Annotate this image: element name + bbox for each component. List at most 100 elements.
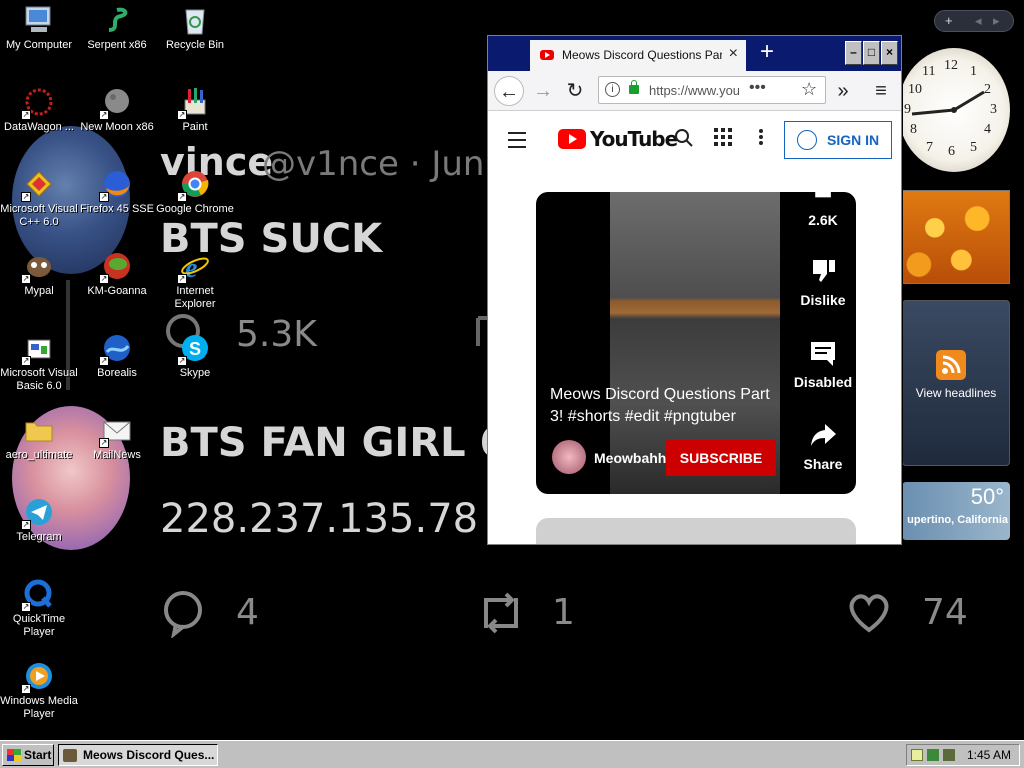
overflow-button[interactable]: » [828,76,858,106]
view-headlines-label[interactable]: View headlines [902,386,1010,400]
desktop-icon-media-player[interactable]: ↗ Windows Media Player [0,660,78,721]
my-computer-icon [23,4,55,36]
address-bar[interactable]: i https://www.you ••• ☆ [598,76,826,104]
browser-tab[interactable]: Meows Discord Questions Part 3! # × [530,40,746,71]
desktop-icon-chrome[interactable]: ↗ Google Chrome [156,168,234,216]
menu-button[interactable]: ≡ [866,76,896,106]
taskbar: Start Meows Discord Ques... 1:45 AM [0,740,1024,768]
like-button[interactable]: ▀ 2.6K [790,192,856,228]
desktop-icon-visual-cpp[interactable]: ↗ Microsoft Visual C++ 6.0 [0,168,78,229]
weather-temperature: 50° [970,484,1004,509]
desktop-icon-paint[interactable]: ↗ Paint [156,86,234,134]
desktop-icon-quicktime[interactable]: ↗ QuickTime Player [0,578,78,639]
sign-in-button[interactable]: SIGN IN [784,121,892,159]
clock-gadget[interactable]: 12 1 2 3 4 5 6 7 8 9 10 11 [898,48,1010,172]
video-title[interactable]: Meows Discord Questions Part 3! #shorts … [550,384,780,428]
back-button[interactable]: ← [494,76,524,106]
taskbar-window-button[interactable]: Meows Discord Ques... [58,744,218,766]
search-icon[interactable] [674,128,694,153]
tray-network-icon[interactable] [927,749,939,761]
dislike-button[interactable]: Dislike [790,258,856,308]
desktop-icon-my-computer[interactable]: My Computer [0,4,78,52]
tweet-author-handle: @v1nce · Jun [262,144,485,184]
gadget-toolbar: + ◂ ▸ [934,10,1014,32]
visual-basic-icon: ↗ [21,332,55,366]
tab-close-icon[interactable]: × [729,45,738,63]
feed-headlines-gadget[interactable] [902,300,1010,466]
apps-grid-icon[interactable] [714,128,732,151]
mypal-icon: ↗ [21,250,55,284]
maximize-button[interactable]: □ [863,41,880,65]
tray-volume-icon[interactable] [943,749,955,761]
rss-icon [936,350,966,380]
channel-avatar[interactable] [552,440,586,474]
channel-name[interactable]: Meowbahh [594,450,666,466]
reply-text: 228.237.135.78 [160,496,479,542]
desktop-icon-skype[interactable]: S ↗ Skype [156,332,234,380]
tweet-count: 5.3K [236,314,317,355]
browser-navbar: ← → ↻ i https://www.you ••• ☆ » ≡ [488,71,901,111]
thumbs-up-icon: ▀ [815,192,831,209]
media-player-icon: ↗ [21,660,55,694]
tray-note-icon[interactable] [911,749,923,761]
comments-button[interactable]: Disabled [790,340,856,390]
minimize-button[interactable]: – [845,41,862,65]
tab-title: Meows Discord Questions Part 3! # [562,48,722,62]
desktop-icon-aero-ultimate[interactable]: aero_ultimate [0,414,78,462]
next-short-card[interactable] [536,518,856,544]
slideshow-gadget[interactable] [902,190,1010,284]
browser-window[interactable]: Meows Discord Questions Part 3! # × + – … [487,35,902,545]
datawagon-icon: ↗ [21,86,55,120]
desktop-icon-firefox[interactable]: ↗ Firefox 45 SSE [78,168,156,216]
start-button[interactable]: Start [2,744,54,766]
url-text[interactable]: https://www.you [649,83,739,98]
site-info-icon[interactable]: i [605,82,620,97]
internet-explorer-icon: e ↗ [177,250,211,284]
desktop-icon-serpent[interactable]: Serpent x86 [78,4,156,52]
desktop-icon-visual-basic[interactable]: ↗ Microsoft Visual Basic 6.0 [0,332,78,393]
desktop-icon-km-goanna[interactable]: ↗ KM-Goanna [78,250,156,298]
desktop-icon-borealis[interactable]: ↗ Borealis [78,332,156,380]
hamburger-menu-icon[interactable] [508,132,526,153]
reload-button[interactable]: ↻ [560,76,590,106]
more-options-icon[interactable] [758,128,764,151]
bookmark-star-icon[interactable]: ☆ [801,79,817,100]
reply-count: 4 [236,592,259,633]
short-video-card[interactable]: ▀ 2.6K Dislike Disabled Share Meows Disc… [536,192,856,494]
desktop-icon-mypal[interactable]: ↗ Mypal [0,250,78,298]
youtube-logo-icon[interactable] [558,129,586,149]
prev-gadget-icon[interactable]: ◂ [975,13,982,29]
page-actions-button[interactable]: ••• [749,79,766,97]
close-window-button[interactable]: × [881,41,898,65]
share-button[interactable]: Share [790,422,856,472]
skype-icon: S ↗ [177,332,211,366]
desktop-icon-mailnews[interactable]: ↗ MailNews [78,414,156,462]
youtube-logo-text[interactable]: YouTube [590,127,678,151]
new-tab-button[interactable]: + [760,38,774,66]
taskbar-clock[interactable]: 1:45 AM [967,748,1011,762]
desktop-icon-telegram[interactable]: ↗ Telegram [0,496,78,544]
retweet-icon-2 [484,592,518,634]
browser-titlebar[interactable]: Meows Discord Questions Part 3! # × + – … [488,36,901,71]
folder-icon [23,414,55,446]
dislike-label: Dislike [800,292,846,308]
desktop-icon-internet-explorer[interactable]: e ↗ Internet Explorer [156,250,234,311]
lock-icon [629,80,639,94]
desktop-icon-datawagon[interactable]: ↗ DataWagon ... [0,86,78,134]
next-gadget-icon[interactable]: ▸ [993,13,1000,29]
weather-gadget[interactable]: 50° upertino, California [902,482,1010,540]
serpent-icon [101,4,133,36]
share-label: Share [803,456,843,472]
desktop-icon-recycle-bin[interactable]: Recycle Bin [156,4,234,52]
subscribe-button[interactable]: SUBSCRIBE [666,440,776,476]
svg-text:S: S [189,339,201,359]
desktop-icon-new-moon[interactable]: ↗ New Moon x86 [78,86,156,134]
system-tray: 1:45 AM [906,744,1020,766]
like-count-label: 2.6K [808,212,838,228]
share-arrow-icon [790,422,856,454]
paint-icon: ↗ [177,86,211,120]
add-gadget-icon[interactable]: + [945,13,953,28]
telegram-icon: ↗ [21,496,55,530]
forward-button[interactable]: → [528,76,558,106]
thumbs-down-icon [790,258,856,290]
